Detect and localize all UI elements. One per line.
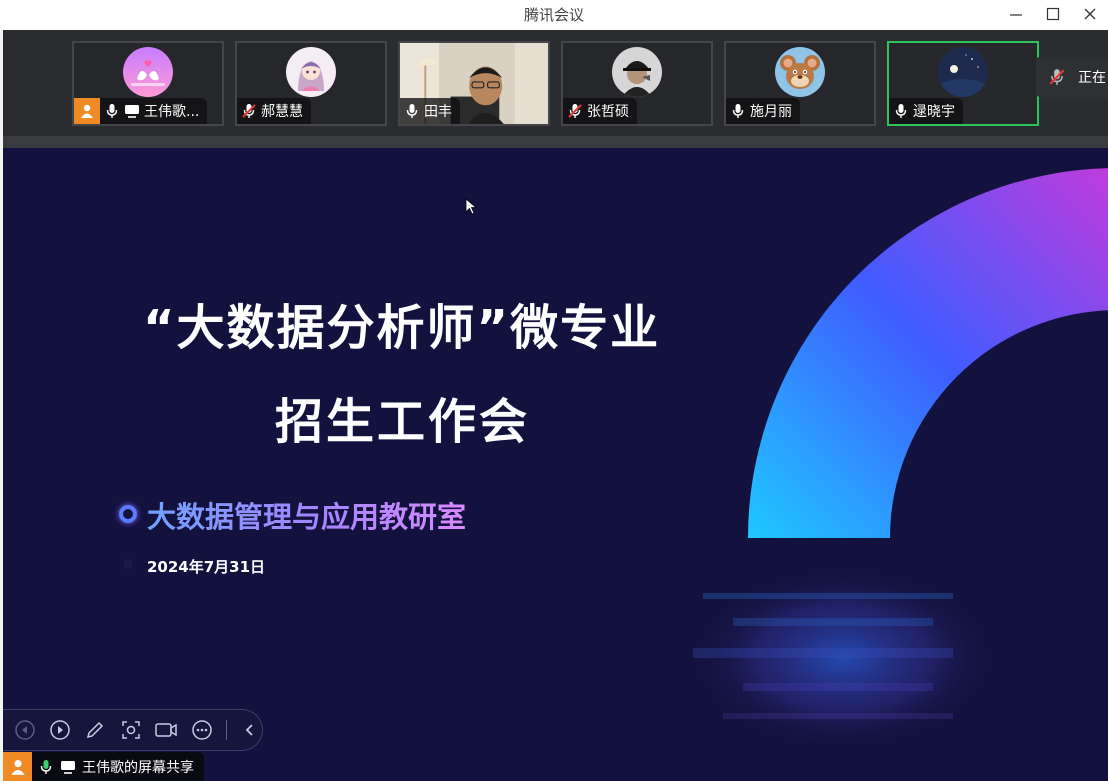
- microphone-icon: [104, 103, 120, 119]
- host-person-icon: [10, 759, 25, 775]
- slide-organization: 大数据管理与应用教研室: [147, 494, 466, 536]
- participant-label: 郝慧慧: [237, 98, 311, 124]
- annotate-button[interactable]: [84, 718, 107, 742]
- video-camera-icon: [155, 723, 178, 737]
- slide-date: 2024年7月31日: [147, 558, 266, 576]
- cartoon-mouse-avatar: [775, 47, 825, 97]
- screen-share-icon: [124, 103, 140, 119]
- camera-button[interactable]: [154, 718, 178, 742]
- participant-label: 逯晓宇: [889, 98, 963, 124]
- screen-share-icon: [60, 759, 76, 775]
- microphone-icon: [404, 103, 420, 119]
- host-person-icon: [81, 104, 93, 118]
- participant-name: 王伟歌...: [144, 104, 200, 120]
- more-options-button[interactable]: [190, 718, 213, 742]
- maximize-icon: [1046, 7, 1060, 21]
- microphone-muted-icon: [567, 103, 583, 119]
- host-badge: [3, 752, 32, 781]
- cap-person-avatar: [612, 47, 662, 97]
- mic-status-pill[interactable]: 正在: [1036, 57, 1108, 97]
- night-sky-avatar: [938, 47, 988, 97]
- participant-tile-5[interactable]: 施月丽: [724, 41, 876, 126]
- microphone-icon: [730, 103, 746, 119]
- swan-hearts-avatar: [123, 47, 173, 97]
- participant-name: 郝慧慧: [261, 104, 303, 120]
- participant-name: 施月丽: [750, 104, 792, 120]
- slide-title-line1: “大数据分析师”微专业: [143, 300, 661, 356]
- microphone-icon: [893, 103, 909, 119]
- participant-tile-1[interactable]: 王伟歌...: [72, 41, 224, 126]
- more-dots-icon: [192, 720, 212, 740]
- previous-icon: [14, 720, 35, 740]
- maximize-button[interactable]: [1035, 0, 1071, 28]
- host-badge: [74, 98, 100, 124]
- shared-screen-slide: “大数据分析师”微专业 招生工作会 大数据管理与应用教研室 2024年7月31日: [3, 148, 1108, 781]
- participant-label: 施月丽: [726, 98, 800, 124]
- participant-tile-4[interactable]: 张哲硕: [561, 41, 713, 126]
- previous-slide-button[interactable]: [13, 718, 36, 742]
- participant-name: 逯晓宇: [913, 104, 955, 120]
- bullet-ring-icon: [119, 505, 137, 523]
- presentation-toolbar: [3, 709, 263, 751]
- anime-girl-avatar: [286, 47, 336, 97]
- participant-tile-6[interactable]: 逯晓宇: [887, 41, 1039, 126]
- minimize-button[interactable]: [998, 0, 1034, 28]
- status-text: 正在: [1078, 70, 1106, 86]
- capture-focus-icon: [121, 721, 140, 739]
- toolbar-divider: [225, 720, 227, 740]
- close-icon: [1084, 8, 1096, 20]
- collapse-toolbar-button[interactable]: [239, 718, 262, 742]
- chevron-left-icon: [246, 724, 253, 736]
- mouse-cursor-icon: [465, 198, 478, 215]
- participant-name: 张哲硕: [587, 104, 629, 120]
- microphone-active-icon: [38, 759, 54, 775]
- participant-tile-3[interactable]: 田丰: [398, 41, 550, 126]
- title-bar: 腾讯会议: [0, 0, 1108, 30]
- participant-label: 王伟歌...: [74, 98, 208, 124]
- window-title: 腾讯会议: [523, 6, 584, 24]
- strip-divider: [3, 136, 1108, 148]
- slide-title-line2: 招生工作会: [275, 394, 531, 450]
- next-slide-button[interactable]: [48, 718, 71, 742]
- screenshot-button[interactable]: [119, 718, 142, 742]
- participant-label: 张哲硕: [563, 98, 637, 124]
- slide-decoration: [103, 168, 1108, 748]
- share-label-text: 王伟歌的屏幕共享: [82, 759, 194, 776]
- participant-name: 田丰: [424, 104, 452, 120]
- microphone-muted-icon: [1049, 69, 1065, 85]
- minimize-icon: [1010, 14, 1022, 16]
- participant-label: 田丰: [400, 98, 460, 124]
- pen-icon: [87, 721, 104, 739]
- participant-tile-2[interactable]: 郝慧慧: [235, 41, 387, 126]
- participant-strip: 王伟歌... 郝慧慧 田丰 张哲硕 施月丽 逯晓宇: [3, 30, 1108, 136]
- screen-share-label: 王伟歌的屏幕共享: [3, 752, 204, 781]
- microphone-muted-icon: [241, 103, 257, 119]
- close-button[interactable]: [1072, 0, 1108, 28]
- play-icon: [50, 720, 70, 740]
